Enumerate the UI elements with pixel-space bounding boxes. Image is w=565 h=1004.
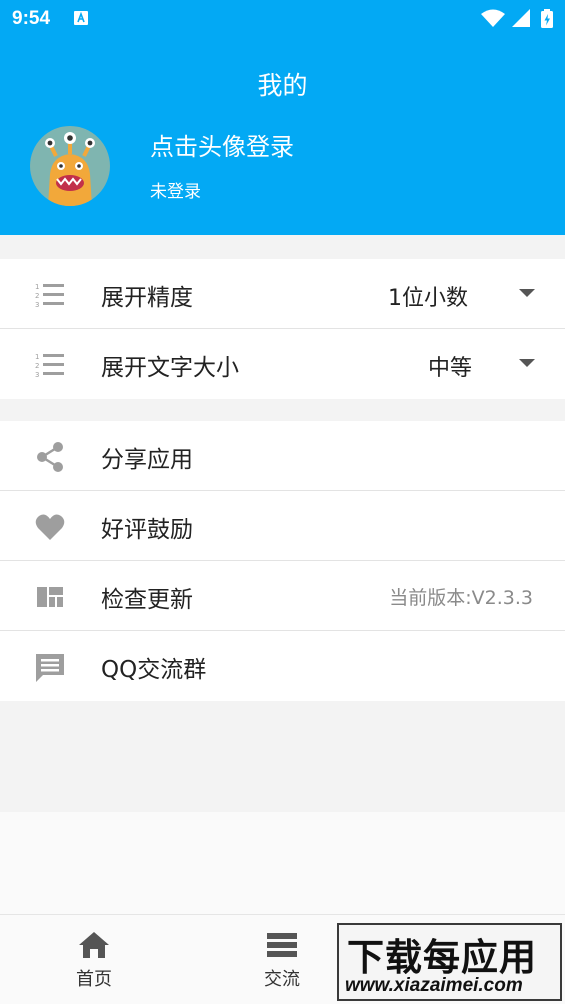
status-time: 9:54 [12,8,51,29]
login-prompt[interactable]: 点击头像登录 [150,127,294,162]
monster-avatar-icon [30,126,110,206]
status-bar: 9:54 [0,0,565,36]
numbered-list-icon: 1 2 3 [35,283,64,309]
expand-font-size-row[interactable]: 1 2 3 展开文字大小 中等 [0,329,565,399]
home-icon [79,932,109,958]
svg-text:3: 3 [35,371,39,379]
svg-text:2: 2 [35,292,39,300]
expand-font-size-label: 展开文字大小 [101,355,239,381]
nav-community-label: 交流 [264,969,300,990]
rate-app-row[interactable]: 好评鼓励 [0,491,565,561]
nav-home-label: 首页 [76,969,112,990]
svg-text:1: 1 [35,283,39,291]
expand-precision-select[interactable]: 1位小数 [388,280,468,312]
watermark-logo: 下载每应用 www.xiazaimei.com [337,923,562,1001]
share-app-label: 分享应用 [101,447,193,473]
chat-icon [36,654,64,682]
list-icon [267,933,297,957]
expand-precision-row[interactable]: 1 2 3 展开精度 1位小数 [0,259,565,329]
empty-area [0,812,565,914]
heart-icon [35,514,65,540]
qq-group-row[interactable]: QQ交流群 [0,631,565,701]
chevron-down-icon[interactable] [519,359,535,367]
watermark-url: www.xiazaimei.com [345,975,523,996]
notification-icon [74,11,88,25]
current-version: 当前版本:V2.3.3 [389,587,533,609]
share-icon [37,442,63,472]
check-update-label: 检查更新 [101,587,193,613]
dashboard-icon [37,587,63,607]
qq-group-label: QQ交流群 [101,657,207,683]
avatar[interactable] [30,126,110,206]
svg-text:2: 2 [35,362,39,370]
profile-header: 我的 点击头像登录 未登录 [0,36,565,235]
share-app-row[interactable]: 分享应用 [0,421,565,491]
svg-text:1: 1 [35,353,39,361]
chevron-down-icon[interactable] [519,289,535,297]
numbered-list-icon: 1 2 3 [35,353,64,379]
rate-app-label: 好评鼓励 [101,517,193,543]
expand-precision-label: 展开精度 [101,285,193,311]
menu-section: 分享应用 好评鼓励 检查更新 当前版本:V2.3.3 QQ交流群 [0,421,565,701]
signal-icon [512,9,530,27]
settings-section: 1 2 3 展开精度 1位小数 1 2 3 展开文字大小 中等 [0,259,565,399]
check-update-row[interactable]: 检查更新 当前版本:V2.3.3 [0,561,565,631]
svg-text:3: 3 [35,301,39,309]
nav-community[interactable]: 交流 [222,931,342,991]
nav-home[interactable]: 首页 [34,931,154,991]
page-title: 我的 [257,71,308,100]
login-status: 未登录 [150,182,201,202]
watermark-title: 下载每应用 [347,936,537,979]
system-status-icons [481,9,553,28]
wifi-icon [481,9,505,27]
expand-font-size-select[interactable]: 中等 [428,350,472,382]
